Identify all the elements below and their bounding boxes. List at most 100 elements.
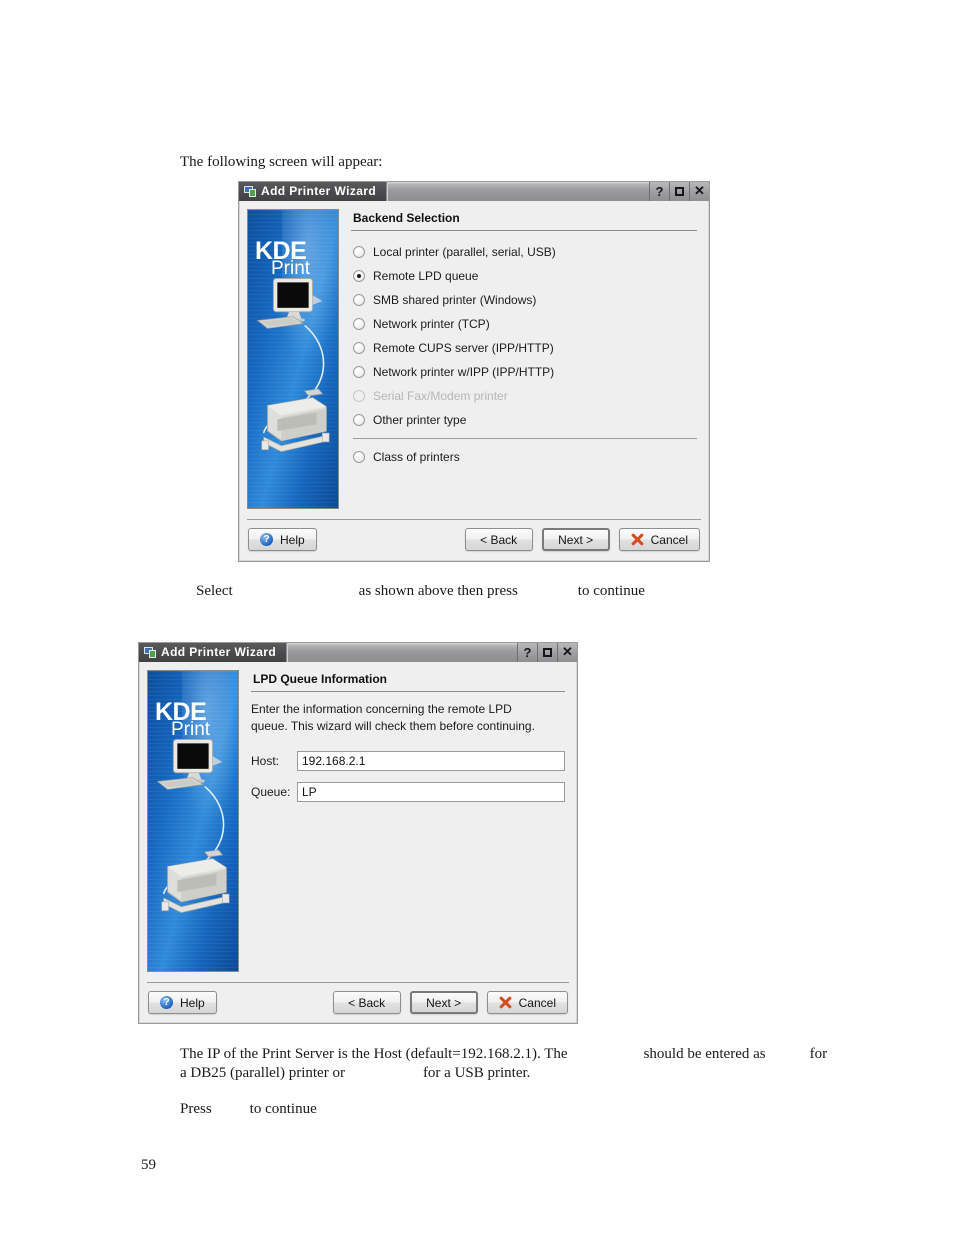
kde-print-logo: KDE Print — [155, 700, 211, 740]
explanation-line1-a: The IP of the Print Server is the Host (… — [180, 1046, 568, 1062]
add-printer-wizard-backend-dialog: Add Printer Wizard ? ✕ KDE Print Backend… — [238, 181, 710, 562]
backend-options-group: Local printer (parallel, serial, USB) Re… — [351, 240, 697, 469]
cancel-button[interactable]: Cancel — [486, 991, 568, 1014]
maximize-icon[interactable] — [537, 642, 557, 662]
section-heading: Backend Selection — [353, 211, 460, 225]
radio-label: Class of printers — [373, 450, 460, 464]
cancel-x-icon — [498, 996, 512, 1009]
help-titlebar-button[interactable]: ? — [517, 642, 537, 662]
help-titlebar-button[interactable]: ? — [649, 181, 669, 201]
next-button[interactable]: Next > — [541, 528, 610, 551]
help-button[interactable]: ? Help — [248, 528, 317, 551]
radio-option-local-printer[interactable]: Local printer (parallel, serial, USB) — [353, 240, 697, 264]
radio-label: Network printer w/IPP (IPP/HTTP) — [373, 365, 555, 379]
help-icon: ? — [260, 533, 273, 546]
titlebar: Add Printer Wizard ? ✕ — [139, 642, 577, 662]
instruction-part-1: Select — [196, 583, 233, 599]
instruction-part-2: as shown above then press — [358, 583, 518, 599]
radio-label: Serial Fax/Modem printer — [373, 389, 508, 403]
radio-option-network-printer-tcp[interactable]: Network printer (TCP) — [353, 312, 697, 336]
cancel-button[interactable]: Cancel — [618, 528, 700, 551]
radio-icon[interactable] — [353, 414, 365, 426]
explanation-line1-c: for — [809, 1046, 828, 1062]
dialog-body: KDE Print — [239, 201, 709, 509]
radio-option-network-printer-ipp[interactable]: Network printer w/IPP (IPP/HTTP) — [353, 360, 697, 384]
titlebar-buttons: ? ✕ — [649, 181, 709, 201]
titlebar-title-group: Add Printer Wizard — [139, 642, 288, 662]
kde-print-banner: KDE Print — [147, 670, 239, 972]
page-number: 59 — [141, 1157, 156, 1173]
host-field-label: Host: — [251, 754, 280, 768]
radio-label: Remote CUPS server (IPP/HTTP) — [373, 341, 554, 355]
window-title: Add Printer Wizard — [261, 184, 377, 198]
radio-icon[interactable] — [353, 342, 365, 354]
back-button[interactable]: < Back — [464, 528, 533, 551]
radio-label: SMB shared printer (Windows) — [373, 293, 537, 307]
help-icon: ? — [160, 996, 173, 1009]
radio-label: Remote LPD queue — [373, 269, 479, 283]
titlebar-filler — [287, 642, 517, 662]
press-part-1: Press — [180, 1101, 212, 1117]
press-paragraph: Press to continue — [180, 1099, 317, 1119]
radio-icon[interactable] — [353, 366, 365, 378]
dialog-body: KDE Print — [139, 662, 577, 972]
radio-label: Network printer (TCP) — [373, 317, 490, 331]
explanation-paragraph: The IP of the Print Server is the Host (… — [180, 1045, 827, 1083]
titlebar-filler — [387, 181, 649, 201]
titlebar-buttons: ? ✕ — [517, 642, 577, 662]
radio-option-remote-lpd-queue[interactable]: Remote LPD queue — [353, 264, 697, 288]
printer-wizard-icon — [244, 185, 256, 197]
window-title: Add Printer Wizard — [161, 645, 277, 659]
host-field-row: Host: 192.168.2.1 — [251, 751, 565, 771]
dialog-footer: ? Help < Back Next > Cancel — [139, 983, 577, 1023]
queue-field-row: Queue: LP — [251, 782, 565, 802]
help-button[interactable]: ? Help — [148, 991, 217, 1014]
radio-option-smb-shared-printer[interactable]: SMB shared printer (Windows) — [353, 288, 697, 312]
radio-option-remote-cups-server[interactable]: Remote CUPS server (IPP/HTTP) — [353, 336, 697, 360]
radio-icon-selected[interactable] — [353, 270, 365, 282]
dialog-content: LPD Queue Information Enter the informat… — [239, 670, 569, 972]
heading-divider — [351, 230, 697, 231]
instruction-part-3: to continue — [577, 583, 645, 599]
dialog-content: Backend Selection Local printer (paralle… — [339, 209, 701, 509]
explanation-line2-a: a DB25 (parallel) printer or — [180, 1065, 345, 1081]
help-button-label: Help — [180, 995, 205, 1010]
radio-icon-disabled — [353, 390, 365, 402]
radio-option-serial-fax-modem-printer: Serial Fax/Modem printer — [353, 384, 697, 408]
kde-print-logo: KDE Print — [255, 239, 311, 279]
next-button[interactable]: Next > — [409, 991, 478, 1014]
radio-icon[interactable] — [353, 451, 365, 463]
cancel-button-label: Cancel — [650, 532, 688, 547]
radio-icon[interactable] — [353, 246, 365, 258]
close-icon[interactable]: ✕ — [689, 181, 709, 201]
cancel-x-icon — [630, 533, 644, 546]
back-button[interactable]: < Back — [332, 991, 401, 1014]
close-icon[interactable]: ✕ — [557, 642, 577, 662]
radio-option-class-of-printers[interactable]: Class of printers — [353, 445, 697, 469]
add-printer-wizard-lpd-dialog: Add Printer Wizard ? ✕ KDE Print LPD Que… — [138, 642, 578, 1024]
titlebar: Add Printer Wizard ? ✕ — [239, 181, 709, 201]
maximize-icon[interactable] — [669, 181, 689, 201]
explanation-line1-b: should be entered as — [643, 1046, 766, 1062]
host-input[interactable]: 192.168.2.1 — [297, 751, 565, 771]
radio-icon[interactable] — [353, 294, 365, 306]
explanation-line2-b: for a USB printer. — [422, 1065, 531, 1081]
radio-label: Other printer type — [373, 413, 467, 427]
press-part-2: to continue — [249, 1101, 317, 1117]
intro-paragraph: The following screen will appear: — [180, 154, 383, 170]
queue-input[interactable]: LP — [297, 782, 565, 802]
queue-field-label: Queue: — [251, 785, 291, 799]
radio-option-other-printer-type[interactable]: Other printer type — [353, 408, 697, 432]
heading-divider — [251, 691, 565, 692]
print-logo-text: Print — [171, 718, 211, 740]
help-button-label: Help — [280, 532, 305, 547]
section-heading: LPD Queue Information — [253, 672, 388, 686]
printer-wizard-icon — [144, 646, 156, 658]
titlebar-title-group: Add Printer Wizard — [239, 181, 388, 201]
kde-print-banner: KDE Print — [247, 209, 339, 509]
cancel-button-label: Cancel — [518, 995, 556, 1010]
description-text: Enter the information concerning the rem… — [251, 702, 535, 733]
radio-label: Local printer (parallel, serial, USB) — [373, 245, 556, 259]
radio-icon[interactable] — [353, 318, 365, 330]
print-logo-text: Print — [271, 257, 311, 279]
